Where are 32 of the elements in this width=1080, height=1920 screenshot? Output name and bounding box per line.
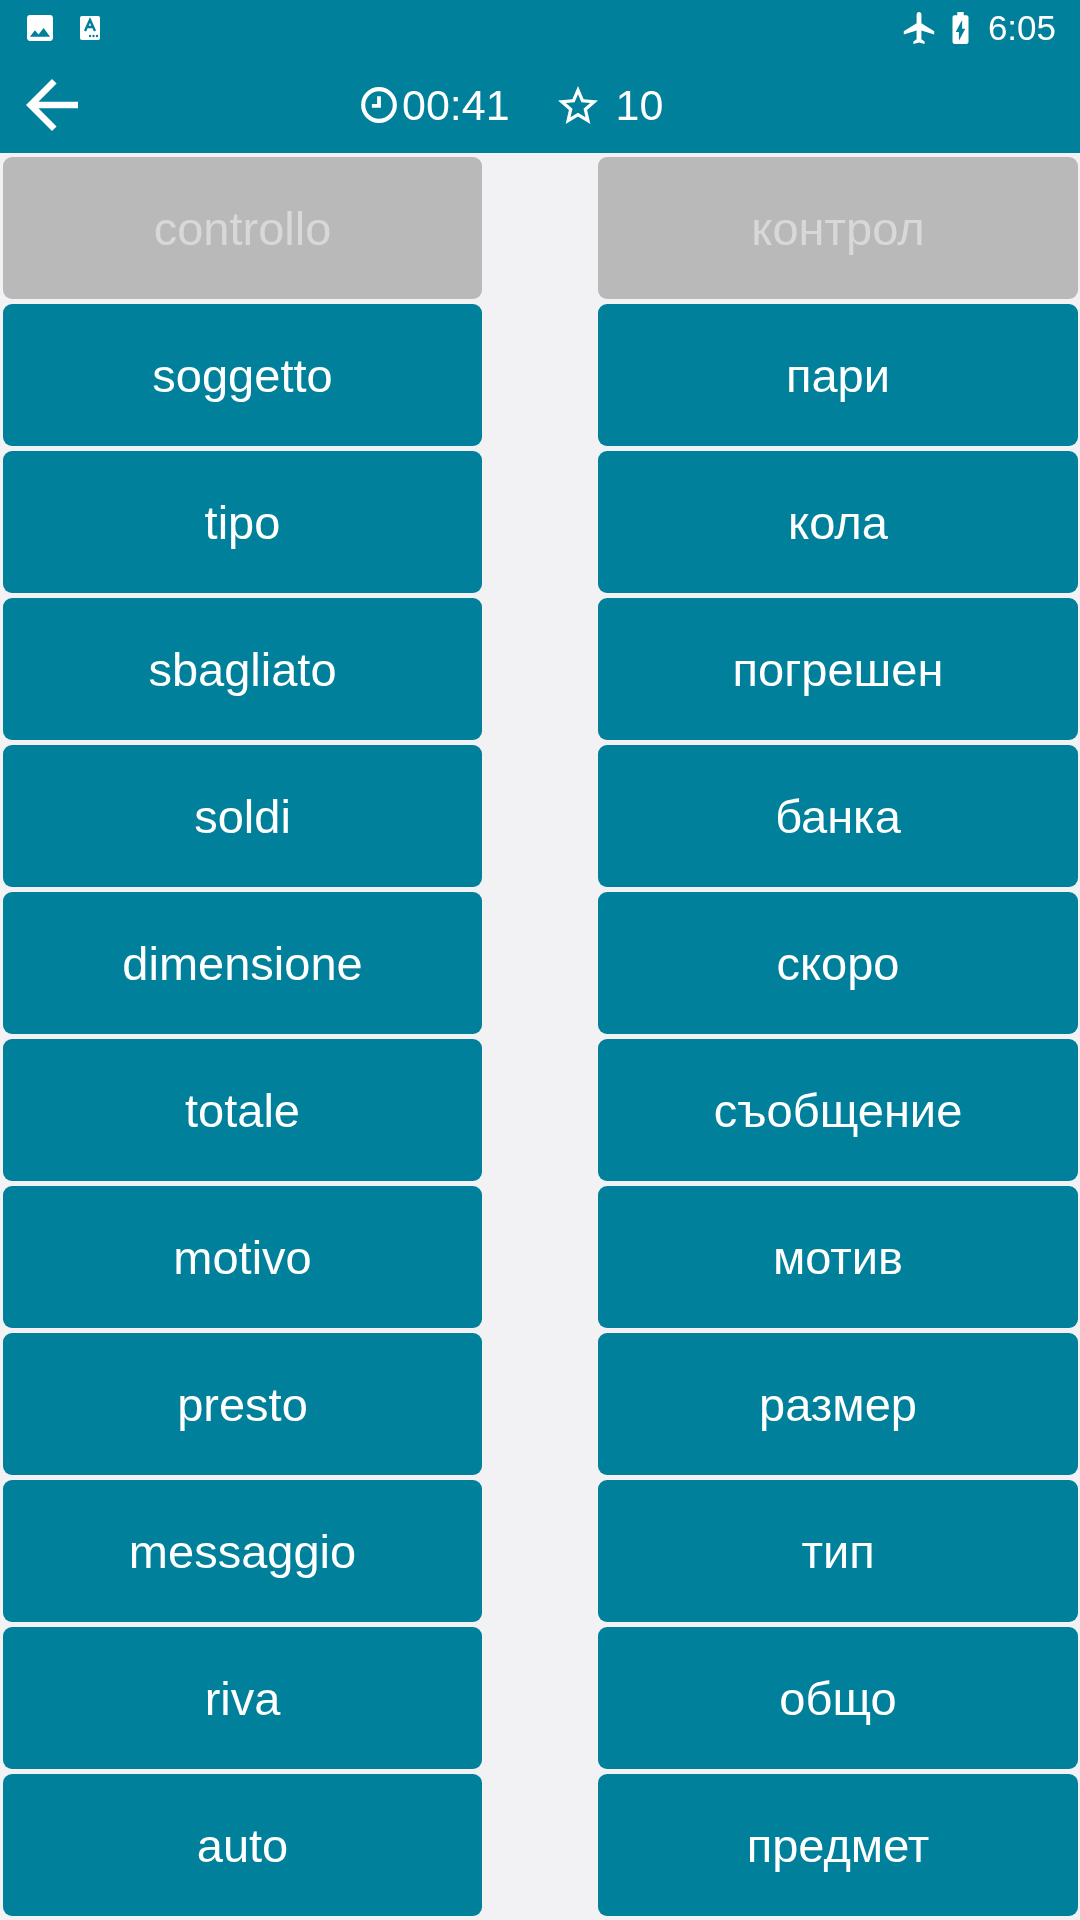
word-button[interactable]: мотив bbox=[598, 1186, 1078, 1328]
word-button[interactable]: totale bbox=[3, 1039, 482, 1181]
app-notification-icon bbox=[80, 16, 100, 40]
word-button[interactable]: motivo bbox=[3, 1186, 482, 1328]
word-button[interactable]: съобщение bbox=[598, 1039, 1078, 1181]
timer-text: 00:41 bbox=[402, 79, 510, 131]
score-text: 10 bbox=[615, 79, 664, 131]
word-button[interactable]: auto bbox=[3, 1774, 482, 1916]
airplane-icon bbox=[902, 12, 935, 44]
word-button[interactable]: dimensione bbox=[3, 892, 482, 1034]
star-icon bbox=[557, 85, 598, 124]
word-button[interactable]: тип bbox=[598, 1480, 1078, 1622]
word-button[interactable]: soldi bbox=[3, 745, 482, 887]
word-button[interactable]: скоро bbox=[598, 892, 1078, 1034]
word-button[interactable]: общо bbox=[598, 1627, 1078, 1769]
word-button[interactable]: presto bbox=[3, 1333, 482, 1475]
word-button[interactable]: tipo bbox=[3, 451, 482, 593]
word-button[interactable]: погрешен bbox=[598, 598, 1078, 740]
clock-time: 6:05 bbox=[987, 8, 1056, 48]
image-icon bbox=[27, 15, 53, 41]
word-button[interactable]: кола bbox=[598, 451, 1078, 593]
clock-icon bbox=[360, 85, 398, 124]
word-button[interactable]: банка bbox=[598, 745, 1078, 887]
word-button[interactable]: messaggio bbox=[3, 1480, 482, 1622]
word-button[interactable]: riva bbox=[3, 1627, 482, 1769]
back-arrow-icon bbox=[26, 78, 78, 131]
word-button[interactable]: размер bbox=[598, 1333, 1078, 1475]
word-button[interactable]: предмет bbox=[598, 1774, 1078, 1916]
word-button[interactable]: soggetto bbox=[3, 304, 482, 446]
word-button[interactable]: sbagliato bbox=[3, 598, 482, 740]
battery-charging-icon bbox=[951, 12, 969, 44]
word-button[interactable]: пари bbox=[598, 304, 1078, 446]
